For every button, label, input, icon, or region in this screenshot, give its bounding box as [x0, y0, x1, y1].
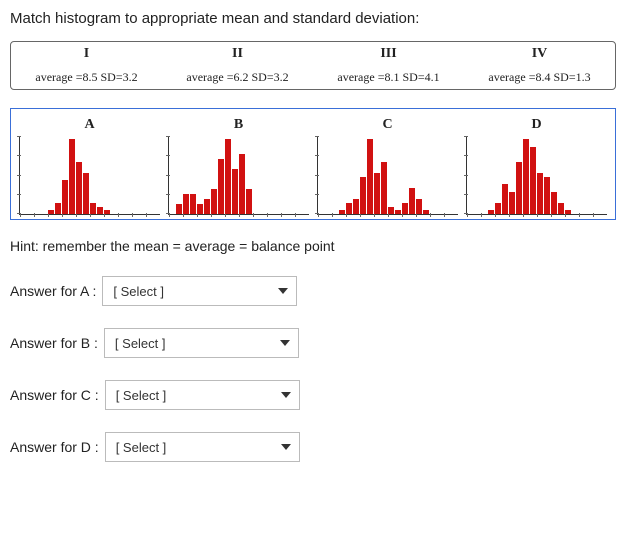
histogram-label: B [168, 117, 309, 133]
answer-row-B: Answer for B : [ Select ] [10, 328, 616, 358]
histogram-B: B [164, 117, 313, 215]
option-desc: average =8.5 SD=3.2 [35, 70, 137, 84]
option-desc: average =8.1 SD=4.1 [337, 70, 439, 84]
histogram-chart-B [168, 137, 309, 215]
answer-label: Answer for A : [10, 283, 96, 299]
option-II: II average =6.2 SD=3.2 [162, 42, 313, 89]
hint-text: Hint: remember the mean = average = bala… [10, 238, 616, 254]
option-desc: average =8.4 SD=1.3 [488, 70, 590, 84]
histogram-C: C [313, 117, 462, 215]
chevron-down-icon [280, 340, 290, 346]
option-I: I average =8.5 SD=3.2 [11, 42, 162, 89]
answer-row-C: Answer for C : [ Select ] [10, 380, 616, 410]
histograms-panel: A B C D [10, 108, 616, 220]
chevron-down-icon [281, 444, 291, 450]
option-label: II [164, 46, 311, 62]
answer-label: Answer for B : [10, 335, 98, 351]
answer-row-D: Answer for D : [ Select ] [10, 432, 616, 462]
answer-select-C[interactable]: [ Select ] [105, 380, 300, 410]
option-desc: average =6.2 SD=3.2 [186, 70, 288, 84]
histogram-chart-C [317, 137, 458, 215]
answer-label: Answer for D : [10, 439, 99, 455]
option-IV: IV average =8.4 SD=1.3 [464, 42, 615, 89]
histogram-A: A [15, 117, 164, 215]
histogram-label: D [466, 117, 607, 133]
option-III: III average =8.1 SD=4.1 [313, 42, 464, 89]
select-value: [ Select ] [115, 336, 166, 351]
chevron-down-icon [281, 392, 291, 398]
answer-row-A: Answer for A : [ Select ] [10, 276, 616, 306]
answer-label: Answer for C : [10, 387, 99, 403]
chevron-down-icon [278, 288, 288, 294]
option-label: IV [466, 46, 613, 62]
option-label: I [13, 46, 160, 62]
answer-select-B[interactable]: [ Select ] [104, 328, 299, 358]
histogram-label: C [317, 117, 458, 133]
histogram-D: D [462, 117, 611, 215]
select-value: [ Select ] [116, 440, 167, 455]
histogram-chart-D [466, 137, 607, 215]
select-value: [ Select ] [113, 284, 164, 299]
question-title: Match histogram to appropriate mean and … [10, 10, 616, 27]
answer-select-A[interactable]: [ Select ] [102, 276, 297, 306]
option-label: III [315, 46, 462, 62]
histogram-chart-A [19, 137, 160, 215]
histogram-label: A [19, 117, 160, 133]
answer-select-D[interactable]: [ Select ] [105, 432, 300, 462]
options-table: I average =8.5 SD=3.2 II average =6.2 SD… [10, 41, 616, 90]
select-value: [ Select ] [116, 388, 167, 403]
